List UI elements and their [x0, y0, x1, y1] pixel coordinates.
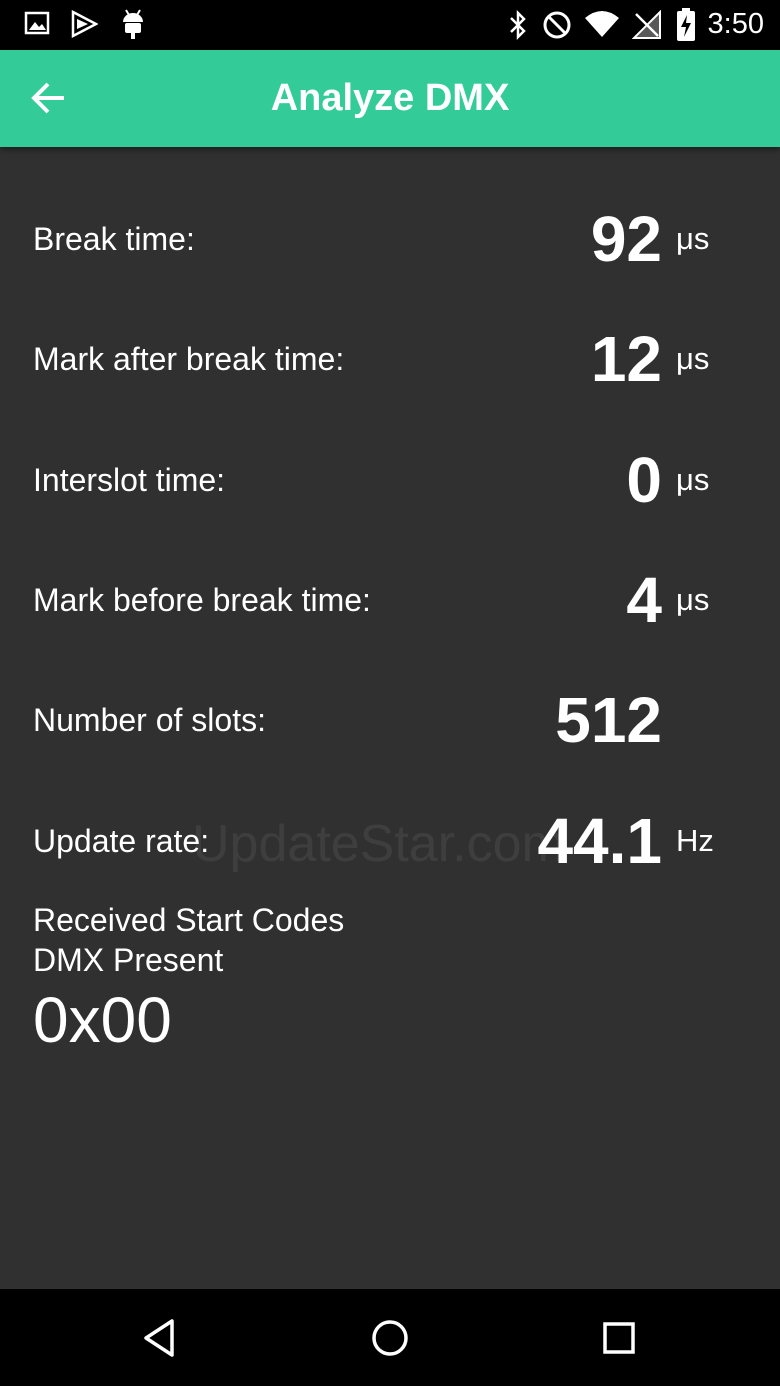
start-codes-title: Received Start Codes	[33, 902, 345, 938]
start-code-value: 0x00	[33, 984, 172, 1056]
measurement-value: 92	[590, 203, 662, 275]
measurement-unit: μs	[676, 462, 710, 497]
measurement-unit: μs	[676, 582, 710, 617]
measurement-value: 4	[626, 564, 662, 636]
mark-before-break-row: Mark before break time: 4 μs	[0, 540, 780, 660]
navigation-bar	[0, 1289, 780, 1386]
measurement-value: 44.1	[537, 805, 662, 877]
measurement-value: 0	[626, 444, 662, 516]
nav-home-button[interactable]	[365, 1313, 415, 1363]
measurement-label: Update rate:	[33, 823, 210, 859]
image-icon	[24, 10, 50, 41]
bluetooth-icon	[508, 9, 528, 46]
measurement-label: Mark before break time:	[33, 582, 371, 618]
recents-square-icon	[594, 1322, 644, 1367]
back-triangle-icon	[136, 1319, 186, 1367]
wifi-icon	[584, 10, 620, 43]
app-bar: Analyze DMX	[0, 50, 780, 147]
measurement-value: 12	[590, 323, 662, 395]
do-not-disturb-icon	[542, 10, 572, 45]
dmx-status: DMX Present	[33, 942, 224, 978]
measurement-unit: μs	[676, 221, 710, 256]
battery-charging-icon	[676, 8, 696, 47]
measurement-unit: Hz	[676, 823, 714, 858]
nav-back-button[interactable]	[136, 1313, 186, 1363]
measurement-value: 512	[555, 684, 662, 756]
nav-recents-button[interactable]	[594, 1313, 644, 1363]
measurement-label: Interslot time:	[33, 462, 226, 498]
mark-after-break-row: Mark after break time: 12 μs	[0, 299, 780, 419]
measurement-unit: μs	[676, 341, 710, 376]
status-time: 3:50	[707, 8, 764, 40]
measurement-label: Number of slots:	[33, 702, 266, 738]
analysis-content: UpdateStar.com Break time: 92 μs Mark af…	[0, 147, 780, 1289]
update-rate-row: Update rate: 44.1 Hz	[0, 781, 780, 901]
android-icon	[120, 8, 146, 45]
no-signal-icon	[631, 9, 662, 45]
number-of-slots-row: Number of slots: 512	[0, 660, 780, 780]
measurement-label: Mark after break time:	[33, 341, 345, 377]
play-store-icon	[70, 9, 99, 43]
page-title: Analyze DMX	[270, 77, 510, 119]
status-bar: 3:50	[0, 0, 780, 50]
start-codes-section: Received Start Codes DMX Present 0x00	[33, 900, 344, 1060]
break-time-row: Break time: 92 μs	[0, 179, 780, 299]
measurement-label: Break time:	[33, 221, 195, 257]
home-circle-icon	[365, 1320, 415, 1367]
interslot-time-row: Interslot time: 0 μs	[0, 420, 780, 540]
